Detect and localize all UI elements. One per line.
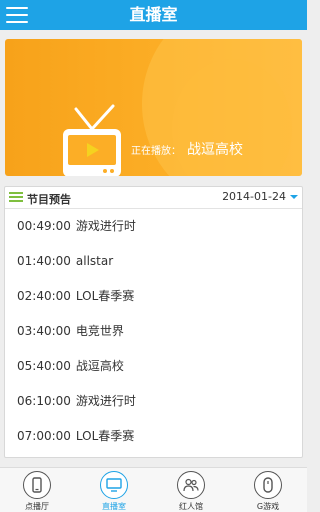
phone-icon <box>23 471 51 499</box>
now-playing-label: 正在播放： <box>131 146 181 157</box>
date-value: 2014-01-24 <box>222 190 286 203</box>
monitor-icon <box>100 471 128 499</box>
item-name: LOL春季赛 <box>75 289 135 303</box>
nav-item-vod[interactable]: 点播厅 <box>17 471 57 512</box>
item-name: 游戏进行时 <box>75 219 136 233</box>
item-time: 00:49:00 <box>17 219 71 233</box>
schedule-panel: 节目预告 2014-01-24 00:49:00 游戏进行时 01:40:00 … <box>4 186 303 458</box>
item-name: LOL春季赛 <box>75 429 135 443</box>
list-item[interactable]: 01:40:00 allstar <box>5 244 302 279</box>
item-name: 电竞世界 <box>75 324 124 338</box>
schedule-header: 节目预告 2014-01-24 <box>5 187 302 209</box>
list-item[interactable]: 02:40:00 LOL春季赛 <box>5 279 302 314</box>
item-name: allstar <box>75 254 114 268</box>
gamepad-icon <box>254 471 282 499</box>
nav-label: G游戏 <box>256 502 280 511</box>
schedule-list: 00:49:00 游戏进行时 01:40:00 allstar 02:40:00… <box>5 209 302 454</box>
date-dropdown[interactable]: 2014-01-24 <box>222 190 298 203</box>
page-title: 直播室 <box>129 5 178 24</box>
list-item[interactable]: 05:40:00 战逗高校 <box>5 349 302 384</box>
nav-label: 点播厅 <box>25 502 49 511</box>
item-time: 05:40:00 <box>17 359 71 373</box>
bottom-nav: 点播厅 直播室 红人馆 G游戏 <box>0 467 307 512</box>
item-time: 07:00:00 <box>17 429 71 443</box>
nav-label: 直播室 <box>102 502 126 511</box>
schedule-title: 节目预告 <box>27 193 71 206</box>
people-icon <box>177 471 205 499</box>
current-show: 战逗高校 <box>187 142 243 158</box>
nav-item-live[interactable]: 直播室 <box>94 471 134 512</box>
item-time: 02:40:00 <box>17 289 71 303</box>
item-name: 战逗高校 <box>75 359 124 373</box>
list-item[interactable]: 07:00:00 LOL春季赛 <box>5 419 302 454</box>
top-bar: 直播室 <box>0 0 307 30</box>
tv-play-icon <box>63 104 121 176</box>
item-time: 06:10:00 <box>17 394 71 408</box>
now-playing-banner[interactable]: 正在播放： 战逗高校 <box>5 39 302 176</box>
item-time: 01:40:00 <box>17 254 71 268</box>
nav-item-games[interactable]: G游戏 <box>248 471 288 512</box>
list-icon <box>9 192 23 204</box>
list-item[interactable]: 06:10:00 游戏进行时 <box>5 384 302 419</box>
item-time: 03:40:00 <box>17 324 71 338</box>
list-item[interactable]: 03:40:00 电竞世界 <box>5 314 302 349</box>
now-playing-text: 正在播放： 战逗高校 <box>131 139 243 159</box>
nav-label: 红人馆 <box>179 502 203 511</box>
item-name: 游戏进行时 <box>75 394 136 408</box>
list-item[interactable]: 00:49:00 游戏进行时 <box>5 209 302 244</box>
nav-item-stars[interactable]: 红人馆 <box>171 471 211 512</box>
chevron-down-icon <box>290 194 298 199</box>
